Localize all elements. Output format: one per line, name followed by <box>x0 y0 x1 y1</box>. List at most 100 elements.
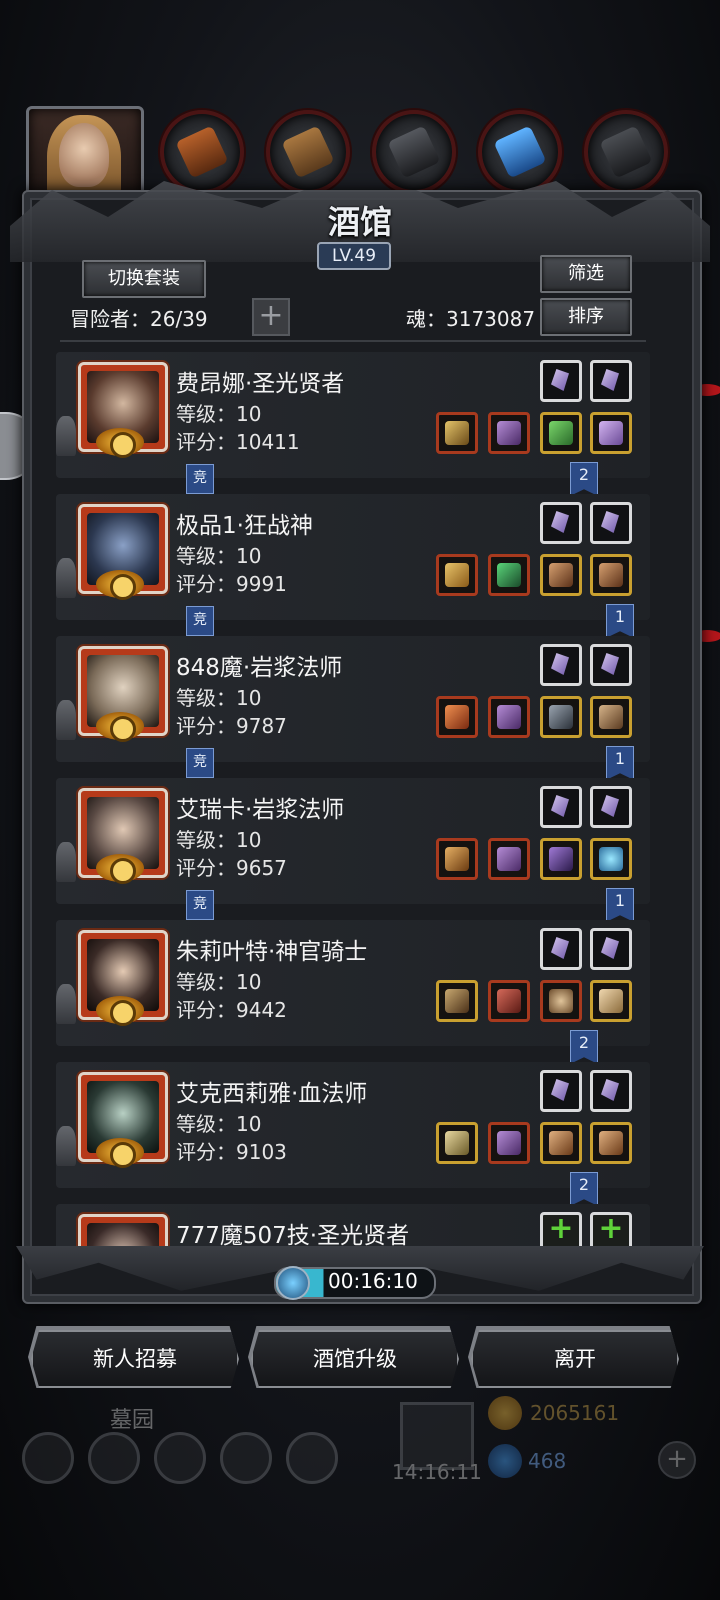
dagger-glyph <box>549 847 573 871</box>
hero-card[interactable]: 费昂娜·圣光贤者 等级：10 评分：10411 <box>56 352 650 478</box>
hero-level: 等级：10 <box>176 686 262 710</box>
gem-slot-icon[interactable] <box>540 1070 582 1112</box>
dock-gear-icon <box>22 1432 74 1484</box>
scepter-icon[interactable] <box>436 1122 478 1164</box>
resource-meat-icon[interactable] <box>160 110 244 194</box>
leave-button[interactable]: 离开 <box>471 1330 679 1388</box>
hero-card[interactable]: 848魔·岩浆法师 等级：10 评分：9787 <box>56 636 650 762</box>
gem-slot-icon[interactable] <box>590 928 632 970</box>
adventurer-count: 冒险者：26/39 <box>70 307 208 331</box>
gem-slot-icon[interactable] <box>540 360 582 402</box>
sort-button[interactable]: 排序 <box>540 298 632 336</box>
anvil-glyph <box>599 125 653 179</box>
diamond-icon <box>488 1444 522 1478</box>
hero-level: 等级：10 <box>176 970 262 994</box>
axe-icon[interactable] <box>436 554 478 596</box>
bracer-icon[interactable] <box>540 1122 582 1164</box>
add-slot-button[interactable]: + <box>252 298 290 336</box>
mace-icon[interactable] <box>436 980 478 1022</box>
resource-anvil-icon[interactable] <box>584 110 668 194</box>
bookmark-badge: 1 <box>606 746 634 780</box>
ghost-icon <box>56 984 76 1024</box>
hero-card[interactable]: 极品1·狂战神 等级：10 评分：9991 <box>56 494 650 620</box>
bracer-icon[interactable] <box>540 554 582 596</box>
helmet-icon[interactable] <box>488 696 530 738</box>
gem-slot-icon[interactable] <box>540 928 582 970</box>
sword-glyph <box>549 705 573 729</box>
iron-glyph <box>387 125 441 179</box>
helmet-icon[interactable] <box>488 412 530 454</box>
bookmark-badge: 2 <box>570 1172 598 1206</box>
hero-face <box>87 1223 159 1250</box>
hero-score: 评分：9657 <box>176 856 287 880</box>
diamond-amount: 468 <box>528 1449 567 1473</box>
resource-crystal-icon[interactable] <box>478 110 562 194</box>
gem-item-icon[interactable] <box>540 412 582 454</box>
tavern-upgrade-button[interactable]: 酒馆升级 <box>251 1330 459 1388</box>
gem-slot-icon[interactable] <box>540 786 582 828</box>
rank-emblem-core <box>110 1000 136 1026</box>
mask-glyph <box>599 705 623 729</box>
bracer-icon[interactable] <box>590 1122 632 1164</box>
arena-tag: 竞 <box>186 606 214 636</box>
armor-icon[interactable] <box>488 980 530 1022</box>
switch-set-button[interactable]: 切换套装 <box>82 260 206 298</box>
hero-name: 848魔·岩浆法师 <box>176 655 343 681</box>
hero-name: 极品1·狂战神 <box>176 513 313 539</box>
shield-icon[interactable] <box>540 980 582 1022</box>
gift-timer: 14:16:11 <box>392 1460 482 1484</box>
gold-amount: 2065161 <box>530 1401 620 1425</box>
filter-button[interactable]: 筛选 <box>540 255 632 293</box>
shield-glyph <box>549 989 573 1013</box>
resource-wood-icon[interactable] <box>266 110 350 194</box>
hero-name: 艾瑞卡·岩浆法师 <box>176 797 345 823</box>
hero-name: 费昂娜·圣光贤者 <box>176 371 345 397</box>
bracer-icon[interactable] <box>590 554 632 596</box>
dock-star-icon <box>88 1432 140 1484</box>
staff-icon[interactable] <box>436 696 478 738</box>
mace-glyph <box>445 989 469 1013</box>
hero-card[interactable]: 艾克西莉雅·血法师 等级：10 评分：9103 <box>56 1062 650 1188</box>
helmet-icon[interactable] <box>488 1122 530 1164</box>
add-currency-icon: + <box>658 1441 696 1479</box>
hero-score: 评分：9442 <box>176 998 287 1022</box>
hero-list[interactable]: 费昂娜·圣光贤者 等级：10 评分：10411 竞 2 极品1·狂战神 等级：1… <box>56 346 650 1250</box>
hero-card[interactable]: 777魔507技·圣光贤者 <box>56 1204 650 1250</box>
hero-card[interactable]: 朱莉叶特·神官骑士 等级：10 评分：9442 <box>56 920 650 1046</box>
gem-slot-icon[interactable] <box>590 502 632 544</box>
hero-card[interactable]: 艾瑞卡·岩浆法师 等级：10 评分：9657 <box>56 778 650 904</box>
dagger-icon[interactable] <box>540 838 582 880</box>
hero-level: 等级：10 <box>176 1112 262 1136</box>
helmet-glyph <box>497 847 521 871</box>
dock-map-icon <box>154 1432 206 1484</box>
resource-iron-icon[interactable] <box>372 110 456 194</box>
gem-slot-icon[interactable] <box>590 644 632 686</box>
armor-icon[interactable] <box>488 554 530 596</box>
tome-icon[interactable] <box>590 412 632 454</box>
page-title: 酒馆 <box>327 203 392 241</box>
tome-icon[interactable] <box>590 980 632 1022</box>
axe-glyph <box>445 563 469 587</box>
gem-slot-icon[interactable] <box>590 1070 632 1112</box>
rank-emblem-core <box>110 574 136 600</box>
add-gem-slot-icon[interactable] <box>590 1211 632 1250</box>
wand-icon[interactable] <box>436 838 478 880</box>
orb-icon[interactable] <box>590 838 632 880</box>
rank-emblem-core <box>110 858 136 884</box>
mask-icon[interactable] <box>590 696 632 738</box>
gem-slot-icon[interactable] <box>540 502 582 544</box>
add-gem-slot-icon[interactable] <box>540 1211 582 1250</box>
helmet-icon[interactable] <box>488 838 530 880</box>
hero-portrait[interactable] <box>78 1214 168 1250</box>
gem-slot-icon[interactable] <box>590 786 632 828</box>
sword-icon[interactable] <box>540 696 582 738</box>
tavern-level-badge: LV.49 <box>317 242 391 270</box>
hammer-icon[interactable] <box>436 412 478 454</box>
gem-slot-icon[interactable] <box>590 360 632 402</box>
dock-trade-icon <box>286 1432 338 1484</box>
recruit-button[interactable]: 新人招募 <box>31 1330 239 1388</box>
header-divider <box>60 340 646 342</box>
tome-glyph <box>599 989 623 1013</box>
gem-slot-icon[interactable] <box>540 644 582 686</box>
scepter-glyph <box>445 1131 469 1155</box>
